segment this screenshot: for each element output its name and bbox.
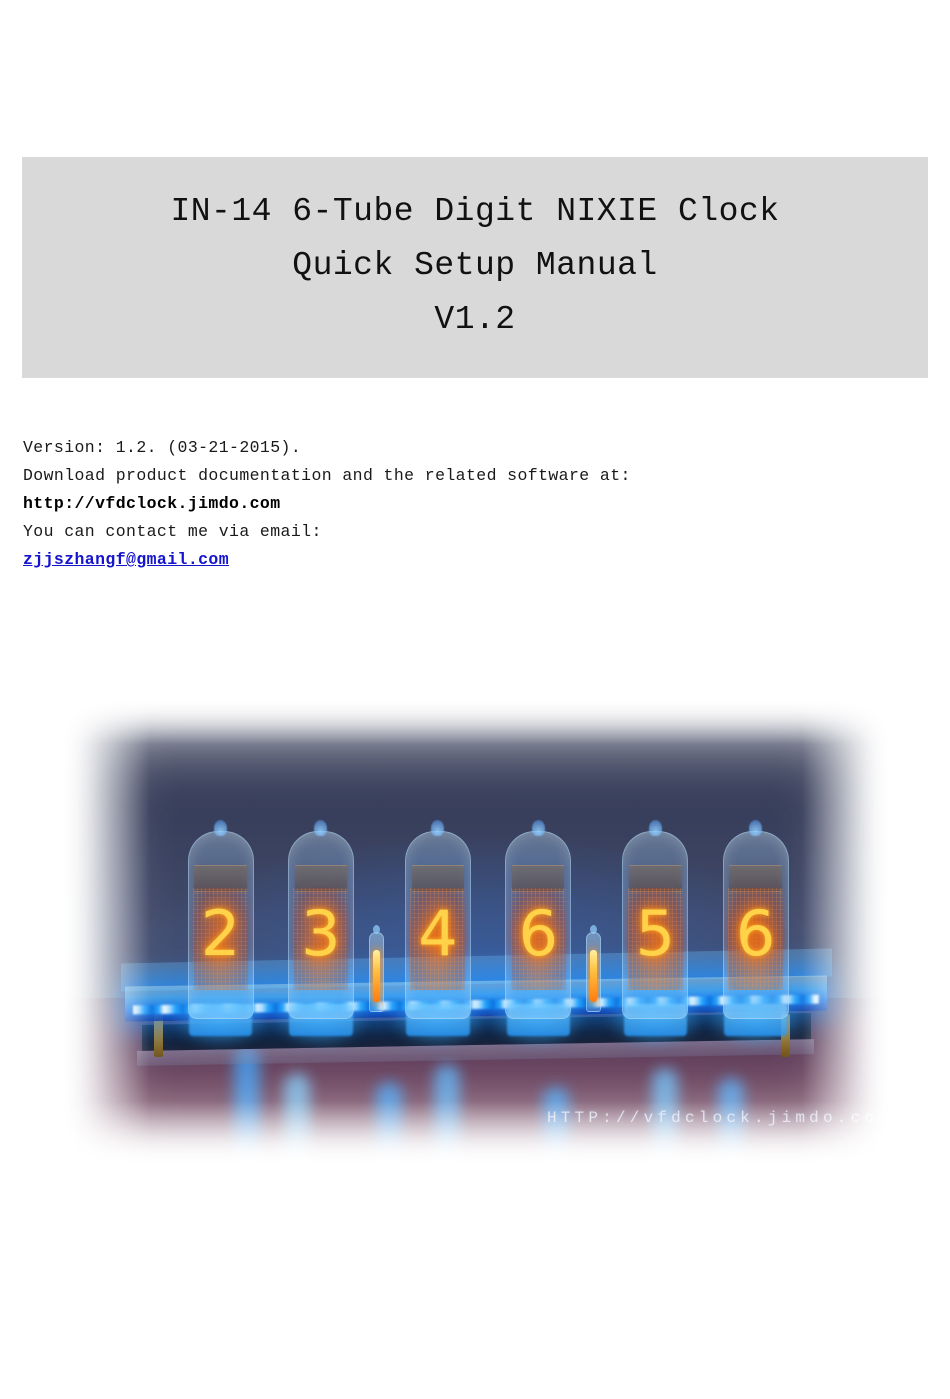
tube-tip [314,819,328,836]
tube-tip [749,819,763,836]
email-link[interactable]: zjjszhangf@gmail.com [23,546,229,574]
nixie-tube: 5 [605,819,706,1050]
download-instruction-line: Download product documentation and the r… [23,466,631,485]
tube-glass: 5 [622,830,689,1019]
title-line-2: Quick Setup Manual [292,247,658,284]
website-url[interactable]: http://vfdclock.jimdo.com [23,490,903,518]
product-photo: 2 3 4 6 5 6 HTTP://vfdclock.jimdo.com [58,697,894,1167]
nixie-tube: 3 [270,819,372,1050]
tube-tip [648,819,662,836]
title-line-1: IN-14 6-Tube Digit NIXIE Clock [170,193,780,230]
reflection-glow [375,1082,402,1167]
nixie-tube: 4 [387,819,489,1050]
nixie-tube: 6 [705,819,806,1050]
photo-scene: 2 3 4 6 5 6 HTTP://vfdclock.jimdo.com [58,697,894,1167]
tube-glass: 6 [722,830,789,1019]
nixie-tube: 2 [170,819,271,1050]
tube-digit: 3 [301,896,341,970]
tube-digit: 2 [200,896,241,970]
separator-glow [372,950,381,1002]
tube-glass: 4 [404,830,471,1019]
photo-watermark: HTTP://vfdclock.jimdo.com [546,1109,892,1128]
neon-separator-lamp [586,925,602,1012]
tube-tip [531,819,545,836]
title-line-3: V1.2 [434,301,516,338]
neon-separator-lamp [368,925,384,1012]
document-meta-block: Version: 1.2. (03-21-2015). Download pro… [23,434,903,574]
contact-instruction-line: You can contact me via email: [23,522,322,541]
tube-glass: 2 [187,830,254,1019]
tube-digit: 4 [418,896,458,970]
tube-glass: 6 [505,830,572,1019]
reflection-glow [434,1063,461,1167]
tube-glass: 3 [287,830,354,1019]
version-line: Version: 1.2. (03-21-2015). [23,438,302,457]
separator-glass [368,932,384,1012]
separator-glow [590,950,598,1002]
separator-glass [586,932,602,1012]
tube-digit: 5 [635,896,676,970]
title-banner: IN-14 6-Tube Digit NIXIE Clock Quick Set… [22,157,928,378]
nixie-tube: 6 [488,819,589,1050]
separator-tip [372,925,380,935]
tube-digit: 6 [735,896,776,970]
tube-tip [214,819,228,836]
reflection-glow [283,1073,310,1167]
tube-tip [431,819,445,836]
tube-digit: 6 [518,896,558,970]
